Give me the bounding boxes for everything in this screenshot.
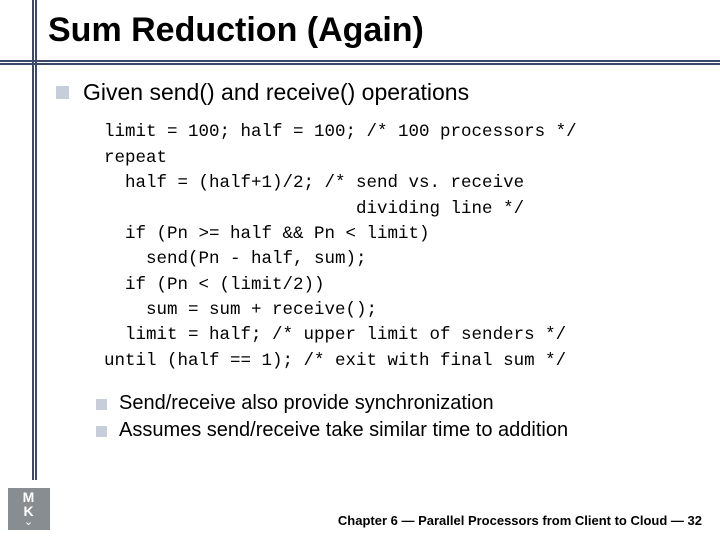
sub-bullet-text: Send/receive also provide synchronizatio… [119, 392, 494, 415]
bullet-level2: Assumes send/receive take similar time t… [96, 419, 700, 442]
bullet-level2: Send/receive also provide synchronizatio… [96, 392, 700, 415]
square-bullet-icon [96, 399, 107, 410]
bullet1-text: Given send() and receive() operations [83, 79, 469, 106]
title-rule-top [0, 60, 720, 62]
publisher-logo: M K ⌄ [8, 488, 50, 530]
logo-letter-m: M [23, 490, 36, 504]
logo-caret-icon: ⌄ [24, 517, 34, 528]
sub-bullet-text: Assumes send/receive take similar time t… [119, 419, 568, 442]
vertical-rule-right [35, 0, 37, 480]
content-area: Given send() and receive() operations li… [0, 49, 720, 442]
bullet-level1: Given send() and receive() operations [56, 79, 700, 106]
footer-text: Chapter 6 — Parallel Processors from Cli… [338, 513, 702, 528]
slide-title: Sum Reduction (Again) [48, 12, 720, 49]
square-bullet-icon [56, 86, 69, 99]
code-block: limit = 100; half = 100; /* 100 processo… [104, 120, 700, 374]
title-rule-bottom [0, 63, 720, 65]
vertical-rule-left [32, 0, 34, 480]
square-bullet-icon [96, 426, 107, 437]
title-area: Sum Reduction (Again) [0, 0, 720, 49]
slide: Sum Reduction (Again) Given send() and r… [0, 0, 720, 540]
